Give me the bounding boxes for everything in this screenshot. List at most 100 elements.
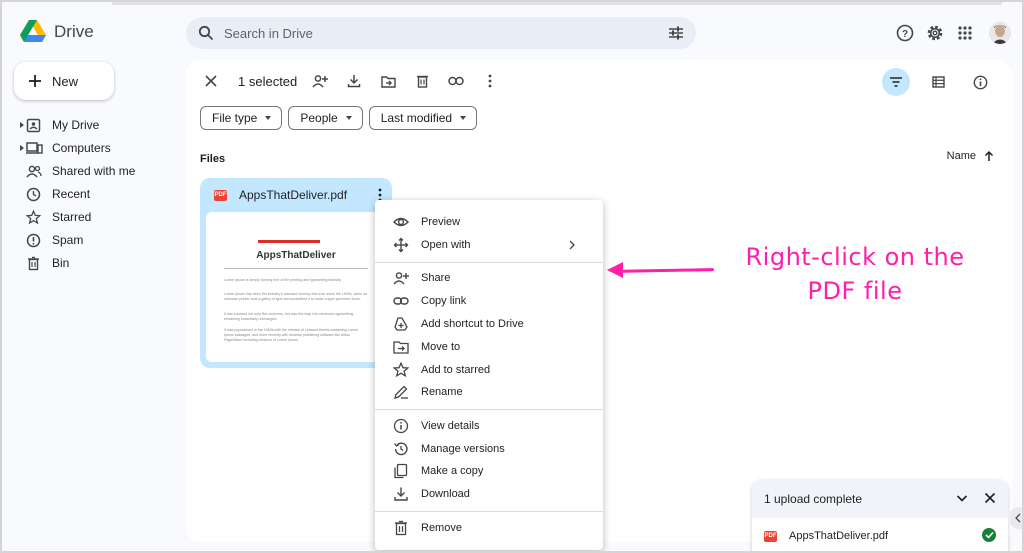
- annotation-text: Right-click on the PDF file: [724, 240, 986, 308]
- trash-icon: [393, 520, 409, 536]
- move-to-icon: [393, 339, 409, 355]
- sidebar-item-my-drive[interactable]: My Drive: [2, 114, 182, 137]
- annotation-arrow-head-icon: [607, 262, 623, 278]
- files-section-label: Files: [200, 153, 226, 165]
- help-icon[interactable]: ?: [894, 22, 916, 44]
- menu-item-add-to-starred[interactable]: Add to starred: [375, 359, 603, 381]
- dropdown-arrow-icon: [345, 116, 352, 120]
- menu-item-make-a-copy[interactable]: Make a copy: [375, 460, 603, 482]
- delete-icon[interactable]: [411, 70, 433, 92]
- people-filter[interactable]: People: [288, 106, 363, 130]
- last-modified-filter[interactable]: Last modified: [368, 106, 478, 130]
- close-selection-icon[interactable]: [200, 70, 222, 92]
- menu-item-label: Add to starred: [421, 364, 491, 376]
- recent-icon: [26, 187, 41, 202]
- side-panel-toggle[interactable]: [1010, 507, 1022, 529]
- chevron-right-icon: [569, 240, 575, 250]
- chevron-down-icon[interactable]: [956, 492, 968, 504]
- thumbnail-paragraph: It was popularised in the 1960s with the…: [224, 328, 358, 342]
- dropdown-arrow-icon: [265, 116, 272, 120]
- browser-edge: [112, 2, 1002, 5]
- filter-chips: File type People Last modified: [200, 106, 478, 130]
- menu-item-preview[interactable]: Preview: [375, 211, 603, 233]
- sidebar-item-label: Spam: [52, 233, 84, 247]
- account-avatar[interactable]: [989, 22, 1011, 44]
- menu-item-add-shortcut[interactable]: Add shortcut to Drive: [375, 313, 603, 335]
- expand-caret-icon[interactable]: [20, 145, 24, 151]
- context-menu: Preview Open with Share Copy link Add sh…: [375, 200, 603, 550]
- sidebar-item-label: Shared with me: [52, 164, 136, 178]
- sidebar-item-label: Starred: [52, 210, 92, 224]
- svg-text:?: ?: [902, 29, 908, 40]
- sort-ascending-icon[interactable]: [984, 150, 994, 162]
- menu-item-share[interactable]: Share: [375, 267, 603, 289]
- menu-item-label: Copy link: [421, 295, 467, 307]
- menu-item-label: Share: [421, 272, 451, 284]
- menu-divider: [375, 262, 603, 263]
- search-input[interactable]: [224, 23, 644, 43]
- expand-caret-icon[interactable]: [20, 122, 24, 128]
- more-actions-icon[interactable]: [479, 70, 501, 92]
- info-icon: [393, 418, 409, 434]
- pdf-file-icon: PDF: [214, 189, 227, 201]
- menu-item-download[interactable]: Download: [375, 483, 603, 505]
- annotation-line-1: Right-click on the: [745, 243, 965, 271]
- menu-item-label: Rename: [421, 386, 463, 398]
- menu-item-label: Open with: [421, 239, 471, 251]
- drive-logo[interactable]: Drive: [20, 20, 94, 43]
- chip-label: File type: [212, 111, 258, 125]
- menu-item-copy-link[interactable]: Copy link: [375, 290, 603, 312]
- pdf-file-icon: PDF: [764, 530, 777, 542]
- thumbnail-paragraph: Lorem Ipsum is simply dummy text of the …: [224, 278, 342, 282]
- menu-item-manage-versions[interactable]: Manage versions: [375, 438, 603, 460]
- chip-label: Last modified: [380, 111, 453, 125]
- sidebar-item-shared-with-me[interactable]: Shared with me: [2, 160, 182, 183]
- close-icon[interactable]: [984, 492, 996, 504]
- upload-status-title: 1 upload complete: [764, 492, 863, 506]
- thumbnail-paragraph: Lorem Ipsum has been the industry's stan…: [224, 292, 368, 301]
- upload-panel-header: 1 upload complete: [752, 480, 1008, 518]
- thumbnail-accent-bar: [258, 240, 320, 243]
- download-icon[interactable]: [343, 70, 365, 92]
- apps-grid-icon[interactable]: [954, 22, 976, 44]
- menu-item-label: Remove: [421, 522, 462, 534]
- bin-icon: [26, 256, 41, 271]
- new-button-label: New: [52, 73, 79, 89]
- menu-item-label: Preview: [421, 216, 461, 228]
- search-options-icon[interactable]: [668, 25, 684, 41]
- details-icon[interactable]: [966, 68, 994, 96]
- new-button[interactable]: New: [14, 62, 114, 100]
- menu-item-label: Make a copy: [421, 465, 484, 477]
- add-shortcut-icon: [393, 316, 409, 332]
- copy-link-icon[interactable]: [445, 70, 467, 92]
- upload-file-row[interactable]: PDF AppsThatDeliver.pdf: [764, 530, 888, 542]
- menu-item-remove[interactable]: Remove: [375, 517, 603, 539]
- sidebar-item-starred[interactable]: Starred: [2, 206, 182, 229]
- menu-item-open-with[interactable]: Open with: [375, 234, 603, 256]
- menu-item-move-to[interactable]: Move to: [375, 336, 603, 358]
- menu-divider: [375, 511, 603, 512]
- share-icon[interactable]: [309, 70, 331, 92]
- sidebar-item-computers[interactable]: Computers: [2, 137, 182, 160]
- sort-control[interactable]: Name: [947, 150, 994, 162]
- file-thumbnail[interactable]: AppsThatDeliver Lorem Ipsum is simply du…: [206, 212, 386, 362]
- filter-view-icon[interactable]: [882, 68, 910, 96]
- settings-icon[interactable]: [924, 22, 946, 44]
- list-view-icon[interactable]: [924, 68, 952, 96]
- search-bar[interactable]: [186, 17, 696, 49]
- download-icon: [393, 486, 409, 502]
- thumbnail-divider: [224, 268, 368, 269]
- thumbnail-paragraph: It has survived not only five centuries,…: [224, 312, 354, 321]
- sidebar-item-recent[interactable]: Recent: [2, 183, 182, 206]
- file-card[interactable]: PDF AppsThatDeliver.pdf AppsThatDeliver …: [200, 178, 392, 368]
- rename-icon: [393, 384, 409, 400]
- sidebar-item-spam[interactable]: Spam: [2, 229, 182, 252]
- file-type-filter[interactable]: File type: [200, 106, 283, 130]
- spam-icon: [26, 233, 41, 248]
- menu-item-rename[interactable]: Rename: [375, 381, 603, 403]
- menu-item-view-details[interactable]: View details: [375, 415, 603, 437]
- move-icon[interactable]: [377, 70, 399, 92]
- star-icon: [393, 362, 409, 378]
- search-icon[interactable]: [198, 25, 214, 41]
- sidebar-item-bin[interactable]: Bin: [2, 252, 182, 275]
